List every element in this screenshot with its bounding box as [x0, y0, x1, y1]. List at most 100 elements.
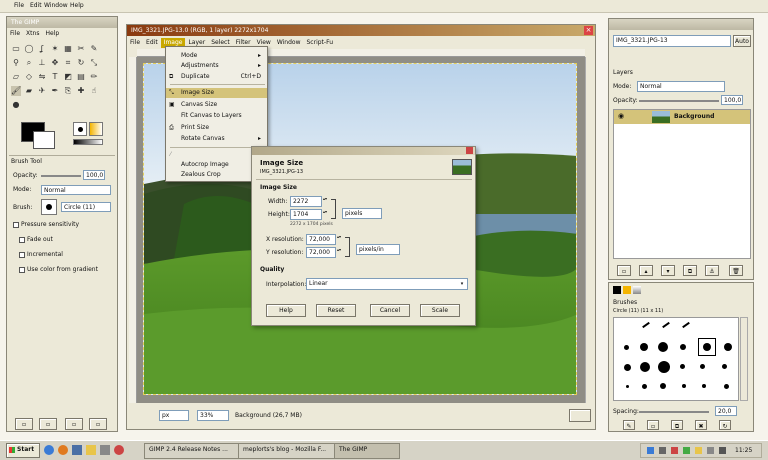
airbrush-icon[interactable]: ✈	[37, 86, 47, 96]
spacing-field[interactable]: 20,0	[715, 406, 737, 416]
anchor-layer-button[interactable]: ⚓	[705, 265, 719, 276]
incremental-checkbox[interactable]	[19, 252, 25, 258]
interpolation-arrow-icon[interactable]: ▾	[457, 279, 467, 289]
height-spin-icon[interactable]: ▴▾	[323, 209, 328, 220]
image-menu-window[interactable]: Window	[274, 38, 304, 48]
fg-tab-swatch[interactable]	[613, 286, 621, 294]
top-menu-edit[interactable]: Edit	[30, 2, 42, 9]
interpolation-select[interactable]: Linear	[306, 278, 468, 290]
tray-network-icon[interactable]	[647, 447, 654, 454]
raise-layer-button[interactable]: ▴	[639, 265, 653, 276]
new-brush-button[interactable]: ▫	[647, 420, 659, 430]
delete-layer-button[interactable]: 🗑	[729, 265, 743, 276]
chain-link-icon[interactable]	[331, 199, 336, 219]
image-selector[interactable]: IMG_3321.JPG-13	[613, 35, 731, 47]
image-menu-edit[interactable]: Edit	[143, 38, 161, 48]
menu-item-adjustments[interactable]: Adjustments ▸	[166, 61, 267, 71]
delete-options-button[interactable]: ▫	[65, 418, 83, 430]
paintbrush-icon[interactable]: 🖌	[11, 86, 21, 96]
width-spin-icon[interactable]: ▴▾	[323, 196, 328, 207]
layers-opacity-field[interactable]: 100,0	[721, 95, 743, 105]
scale-button[interactable]: Scale	[420, 304, 460, 317]
brush-preview-icon[interactable]	[73, 122, 87, 136]
start-button[interactable]: Start	[6, 443, 40, 458]
edit-brush-button[interactable]: ✎	[623, 420, 635, 430]
toolbox-menu-xtns[interactable]: Xtns	[23, 29, 42, 39]
help-button[interactable]: Help	[266, 304, 306, 317]
perspective-icon[interactable]: ◇	[24, 72, 34, 82]
reset-button[interactable]: Reset	[316, 304, 356, 317]
use-color-checkbox[interactable]	[19, 267, 25, 273]
brush-button[interactable]	[41, 199, 57, 215]
taskbar-item-gimp-notes[interactable]: GIMP 2.4 Release Notes ...	[144, 443, 240, 459]
background-color-swatch[interactable]	[33, 131, 55, 149]
xres-spin-icon[interactable]: ▴▾	[337, 234, 342, 245]
menu-item-fit-canvas[interactable]: Fit Canvas to Layers	[166, 111, 267, 121]
eye-icon[interactable]: ◉	[618, 112, 624, 120]
image-menu-file[interactable]: File	[127, 38, 143, 48]
heal-icon[interactable]: ✚	[76, 86, 86, 96]
delete-brush-button[interactable]: ✖	[695, 420, 707, 430]
image-menu-script-fu[interactable]: Script-Fu	[304, 38, 337, 48]
menu-item-canvas-size[interactable]: ▣ Canvas Size	[166, 100, 267, 110]
image-close-icon[interactable]: ×	[584, 26, 593, 35]
layers-mode-select[interactable]: Normal	[637, 81, 725, 92]
top-menu-help[interactable]: Help	[70, 2, 84, 9]
crop-icon[interactable]: ⌗	[63, 58, 73, 68]
dodge-burn-icon[interactable]: ●	[11, 100, 21, 110]
new-layer-button[interactable]: ▫	[617, 265, 631, 276]
ellipse-select-icon[interactable]: ◯	[24, 44, 34, 54]
mode-select[interactable]: Normal	[41, 185, 111, 195]
move-icon[interactable]: ✥	[50, 58, 60, 68]
ink-icon[interactable]: ✒	[50, 86, 60, 96]
free-select-icon[interactable]: ʆ	[37, 44, 47, 54]
layer-row[interactable]: ◉ Background	[614, 110, 750, 124]
auto-button[interactable]: Auto	[733, 35, 751, 47]
unit-select[interactable]: px	[159, 410, 189, 421]
color-picker-icon[interactable]: ⚲	[11, 58, 21, 68]
pattern-preview-icon[interactable]	[89, 122, 103, 136]
tray-icon-6[interactable]	[707, 447, 714, 454]
eraser-icon[interactable]: ▰	[24, 86, 34, 96]
res-unit-dropdown[interactable]: pixels/in	[356, 244, 400, 255]
quicklaunch-media-icon[interactable]	[114, 445, 124, 455]
taskbar-item-blog[interactable]: meplorts's blog - Mozilla F...	[238, 443, 336, 459]
zoom-select[interactable]: 33%	[197, 410, 229, 421]
clone-icon[interactable]: ⎘	[63, 86, 73, 96]
reset-options-button[interactable]: ▫	[89, 418, 107, 430]
quicklaunch-desktop-icon[interactable]	[72, 445, 82, 455]
height-field[interactable]: 1704	[290, 209, 322, 220]
dialog-close-icon[interactable]	[466, 147, 473, 154]
text-icon[interactable]: T	[50, 72, 60, 82]
opacity-slider[interactable]	[41, 175, 81, 177]
pencil-icon[interactable]: ✏	[89, 72, 99, 82]
tray-security-icon[interactable]	[671, 447, 678, 454]
cancel-progress-button[interactable]	[569, 409, 591, 422]
fuzzy-select-icon[interactable]: ✶	[50, 44, 60, 54]
scissors-icon[interactable]: ✂	[76, 44, 86, 54]
toolbox-menu-help[interactable]: Help	[42, 29, 62, 39]
rotate-icon[interactable]: ↻	[76, 58, 86, 68]
shear-icon[interactable]: ▱	[11, 72, 21, 82]
top-menu-file[interactable]: File	[14, 2, 24, 9]
opacity-field[interactable]: 100,0	[83, 170, 105, 180]
quicklaunch-folder-icon[interactable]	[86, 445, 96, 455]
yres-spin-icon[interactable]: ▴▾	[337, 247, 342, 258]
res-chain-icon[interactable]	[345, 237, 350, 257]
lower-layer-button[interactable]: ▾	[661, 265, 675, 276]
save-options-button[interactable]: ▫	[15, 418, 33, 430]
gradient-tab-swatch[interactable]	[633, 286, 641, 294]
zoom-icon[interactable]: ⌕	[24, 58, 34, 68]
quicklaunch-mail-icon[interactable]	[100, 445, 110, 455]
top-menu-window[interactable]: Window	[44, 2, 68, 9]
brush-scrollbar[interactable]	[740, 317, 748, 401]
bucket-fill-icon[interactable]: ◩	[63, 72, 73, 82]
brush-grid[interactable]	[613, 317, 739, 401]
flip-icon[interactable]: ⇋	[37, 72, 47, 82]
color-select-icon[interactable]: ▦	[63, 44, 73, 54]
pattern-tab-swatch[interactable]	[623, 286, 631, 294]
tray-icon-5[interactable]	[695, 447, 702, 454]
brush-name-field[interactable]: Circle (11)	[61, 202, 111, 212]
blend-icon[interactable]: ▤	[76, 72, 86, 82]
unit-dropdown[interactable]: pixels	[342, 208, 382, 219]
